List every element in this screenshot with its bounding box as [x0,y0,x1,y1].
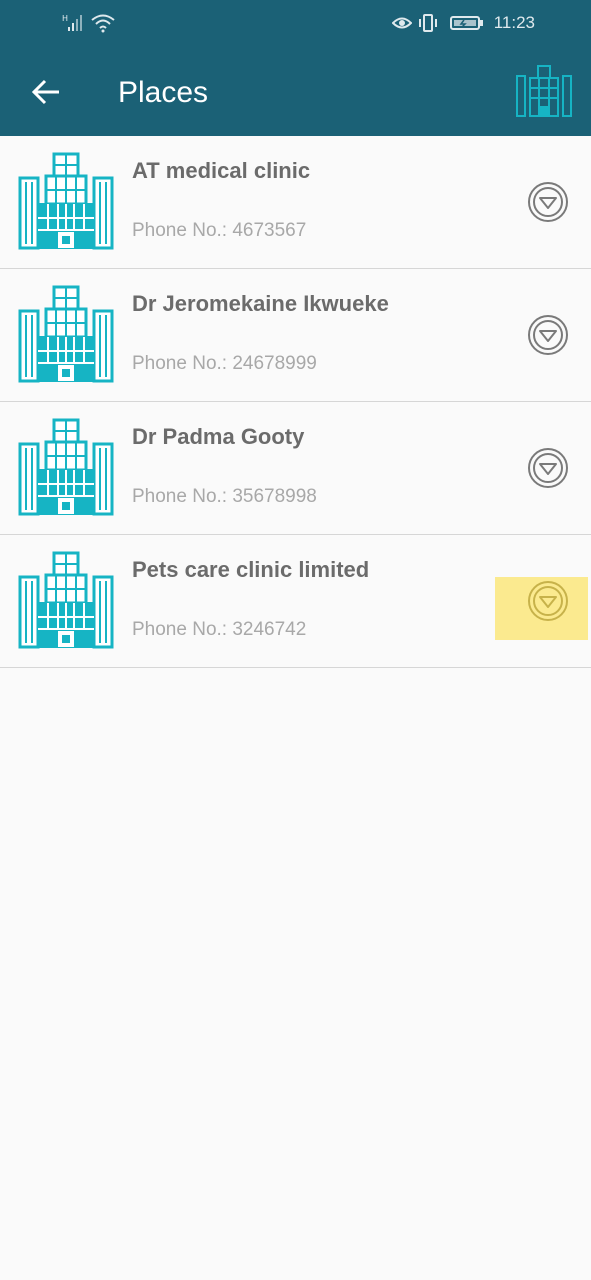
arrow-left-icon [31,79,59,105]
status-time: 11:23 [493,13,535,32]
place-name: Pets care clinic limited [132,557,370,582]
place-phone: Phone No.: 3246742 [132,619,307,640]
list-item[interactable]: AT medical clinic Phone No.: 4673567 [0,136,591,269]
toolbar: Places [0,46,591,136]
list-item[interactable]: Pets care clinic limited Phone No.: 3246… [0,535,591,668]
place-phone: Phone No.: 24678999 [132,353,317,374]
svg-text:H: H [62,14,68,23]
building-icon [18,152,114,250]
battery-icon [449,16,483,30]
back-button[interactable] [22,68,70,116]
status-right: 11:23 [391,12,535,34]
place-phone: Phone No.: 4673567 [132,220,307,241]
places-list: AT medical clinic Phone No.: 4673567 Dr … [0,136,591,668]
building-icon[interactable] [516,64,572,118]
app-header: H 11:23 Places [0,0,591,136]
place-name: Dr Jeromekaine Ikwueke [132,291,389,316]
place-name: Dr Padma Gooty [132,424,305,449]
list-item[interactable]: Dr Padma Gooty Phone No.: 35678998 [0,402,591,535]
page-title: Places [118,76,209,109]
building-icon [18,418,114,516]
status-bar: H 11:23 [0,0,591,46]
chevron-down-icon[interactable] [527,181,569,223]
wifi-icon [91,14,115,33]
chevron-down-icon[interactable] [527,580,569,622]
eye-icon [391,17,412,29]
status-left: H [62,12,116,34]
chevron-down-icon[interactable] [527,314,569,356]
place-phone: Phone No.: 35678998 [132,486,317,507]
signal-icon: H [62,14,82,31]
building-icon [18,551,114,649]
list-item[interactable]: Dr Jeromekaine Ikwueke Phone No.: 246789… [0,269,591,402]
vibrate-icon [418,14,437,32]
chevron-down-icon[interactable] [527,447,569,489]
place-name: AT medical clinic [132,158,311,183]
building-icon [18,285,114,383]
